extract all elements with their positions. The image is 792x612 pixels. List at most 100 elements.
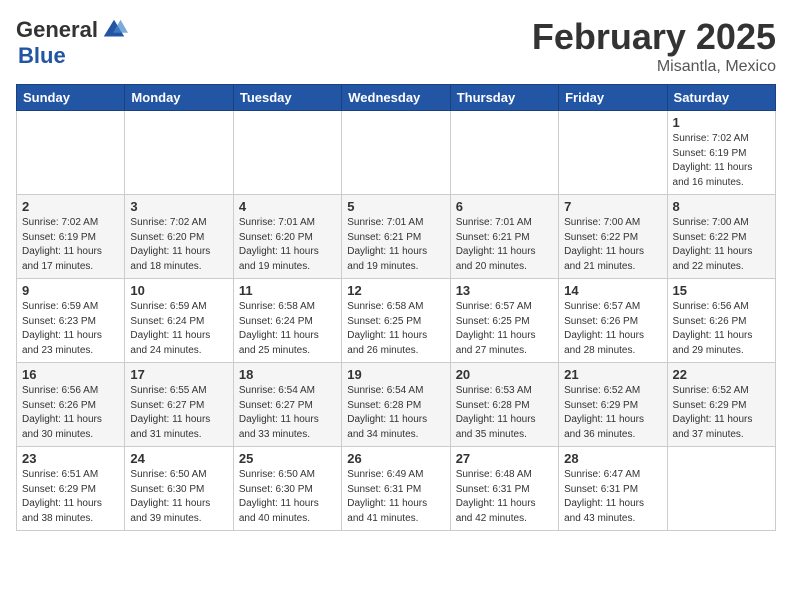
calendar-cell: 20Sunrise: 6:53 AM Sunset: 6:28 PM Dayli… — [450, 363, 558, 447]
weekday-header-tuesday: Tuesday — [233, 85, 341, 111]
day-info: Sunrise: 6:48 AM Sunset: 6:31 PM Dayligh… — [456, 468, 553, 526]
weekday-header-monday: Monday — [125, 85, 233, 111]
calendar-cell: 14Sunrise: 6:57 AM Sunset: 6:26 PM Dayli… — [559, 279, 667, 363]
calendar-cell — [233, 111, 341, 195]
calendar-cell — [125, 111, 233, 195]
day-info: Sunrise: 6:58 AM Sunset: 6:25 PM Dayligh… — [347, 300, 444, 358]
day-info: Sunrise: 6:49 AM Sunset: 6:31 PM Dayligh… — [347, 468, 444, 526]
calendar-week-row: 1 Sunrise: 7:02 AM Sunset: 6:19 PM Daylig… — [17, 111, 776, 195]
calendar-cell: 22Sunrise: 6:52 AM Sunset: 6:29 PM Dayli… — [667, 363, 775, 447]
calendar-cell: 27 Sunrise: 6:48 AM Sunset: 6:31 PM Dayli… — [450, 447, 558, 531]
calendar-cell — [17, 111, 125, 195]
calendar-cell: 21 Sunrise: 6:52 AM Sunset: 6:29 PM Dayli… — [559, 363, 667, 447]
logo-general: General — [16, 18, 98, 42]
calendar-cell — [559, 111, 667, 195]
day-info: Sunrise: 6:54 AM Sunset: 6:28 PM Dayligh… — [347, 384, 444, 442]
calendar-cell: 28 Sunrise: 6:47 AM Sunset: 6:31 PM Dayli… — [559, 447, 667, 531]
day-info: Sunrise: 7:02 AM Sunset: 6:19 PM Dayligh… — [673, 132, 770, 190]
day-number: 5 — [347, 199, 444, 214]
day-info: Sunrise: 7:00 AM Sunset: 6:22 PM Dayligh… — [564, 216, 661, 274]
day-number: 1 — [673, 115, 770, 130]
day-info: Sunrise: 6:53 AM Sunset: 6:28 PM Dayligh… — [456, 384, 553, 442]
calendar-table: SundayMondayTuesdayWednesdayThursdayFrid… — [16, 84, 776, 531]
logo-blue: Blue — [18, 43, 66, 68]
calendar-cell — [450, 111, 558, 195]
calendar-cell: 17 Sunrise: 6:55 AM Sunset: 6:27 PM Dayli… — [125, 363, 233, 447]
calendar-cell: 25 Sunrise: 6:50 AM Sunset: 6:30 PM Dayli… — [233, 447, 341, 531]
day-info: Sunrise: 7:01 AM Sunset: 6:21 PM Dayligh… — [347, 216, 444, 274]
day-number: 28 — [564, 451, 661, 466]
calendar-cell: 2Sunrise: 7:02 AM Sunset: 6:19 PM Daylig… — [17, 195, 125, 279]
day-number: 19 — [347, 367, 444, 382]
calendar-week-row: 23Sunrise: 6:51 AM Sunset: 6:29 PM Dayli… — [17, 447, 776, 531]
logo-icon — [100, 16, 128, 44]
calendar-cell — [342, 111, 450, 195]
calendar-cell: 5 Sunrise: 7:01 AM Sunset: 6:21 PM Daylig… — [342, 195, 450, 279]
calendar-cell: 3Sunrise: 7:02 AM Sunset: 6:20 PM Daylig… — [125, 195, 233, 279]
day-number: 2 — [22, 199, 119, 214]
page-header: General Blue February 2025 Misantla, Mex… — [16, 16, 776, 76]
calendar-cell: 19 Sunrise: 6:54 AM Sunset: 6:28 PM Dayli… — [342, 363, 450, 447]
weekday-header-friday: Friday — [559, 85, 667, 111]
day-number: 27 — [456, 451, 553, 466]
day-number: 26 — [347, 451, 444, 466]
day-info: Sunrise: 6:51 AM Sunset: 6:29 PM Dayligh… — [22, 468, 119, 526]
calendar-cell: 7 Sunrise: 7:00 AM Sunset: 6:22 PM Daylig… — [559, 195, 667, 279]
day-info: Sunrise: 6:56 AM Sunset: 6:26 PM Dayligh… — [673, 300, 770, 358]
weekday-header-sunday: Sunday — [17, 85, 125, 111]
day-number: 16 — [22, 367, 119, 382]
day-info: Sunrise: 6:59 AM Sunset: 6:24 PM Dayligh… — [130, 300, 227, 358]
day-number: 13 — [456, 283, 553, 298]
calendar-cell: 8Sunrise: 7:00 AM Sunset: 6:22 PM Daylig… — [667, 195, 775, 279]
day-info: Sunrise: 6:58 AM Sunset: 6:24 PM Dayligh… — [239, 300, 336, 358]
day-info: Sunrise: 7:01 AM Sunset: 6:20 PM Dayligh… — [239, 216, 336, 274]
day-info: Sunrise: 6:52 AM Sunset: 6:29 PM Dayligh… — [564, 384, 661, 442]
day-number: 24 — [130, 451, 227, 466]
calendar-cell: 16 Sunrise: 6:56 AM Sunset: 6:26 PM Dayli… — [17, 363, 125, 447]
day-number: 25 — [239, 451, 336, 466]
calendar-cell: 4 Sunrise: 7:01 AM Sunset: 6:20 PM Daylig… — [233, 195, 341, 279]
day-info: Sunrise: 7:01 AM Sunset: 6:21 PM Dayligh… — [456, 216, 553, 274]
calendar-cell — [667, 447, 775, 531]
day-info: Sunrise: 6:59 AM Sunset: 6:23 PM Dayligh… — [22, 300, 119, 358]
day-info: Sunrise: 6:57 AM Sunset: 6:25 PM Dayligh… — [456, 300, 553, 358]
day-info: Sunrise: 6:55 AM Sunset: 6:27 PM Dayligh… — [130, 384, 227, 442]
weekday-header-row: SundayMondayTuesdayWednesdayThursdayFrid… — [17, 85, 776, 111]
day-number: 18 — [239, 367, 336, 382]
calendar-cell: 6 Sunrise: 7:01 AM Sunset: 6:21 PM Daylig… — [450, 195, 558, 279]
calendar-week-row: 16 Sunrise: 6:56 AM Sunset: 6:26 PM Dayli… — [17, 363, 776, 447]
location: Misantla, Mexico — [532, 58, 776, 76]
day-info: Sunrise: 6:56 AM Sunset: 6:26 PM Dayligh… — [22, 384, 119, 442]
day-number: 21 — [564, 367, 661, 382]
day-number: 15 — [673, 283, 770, 298]
day-number: 12 — [347, 283, 444, 298]
calendar-cell: 26 Sunrise: 6:49 AM Sunset: 6:31 PM Dayli… — [342, 447, 450, 531]
calendar-cell: 15 Sunrise: 6:56 AM Sunset: 6:26 PM Dayli… — [667, 279, 775, 363]
weekday-header-wednesday: Wednesday — [342, 85, 450, 111]
day-number: 7 — [564, 199, 661, 214]
month-year: February 2025 — [532, 16, 776, 58]
calendar-cell: 13 Sunrise: 6:57 AM Sunset: 6:25 PM Dayli… — [450, 279, 558, 363]
day-info: Sunrise: 6:57 AM Sunset: 6:26 PM Dayligh… — [564, 300, 661, 358]
day-number: 9 — [22, 283, 119, 298]
calendar-cell: 23Sunrise: 6:51 AM Sunset: 6:29 PM Dayli… — [17, 447, 125, 531]
calendar-cell: 12 Sunrise: 6:58 AM Sunset: 6:25 PM Dayli… — [342, 279, 450, 363]
calendar-cell: 18 Sunrise: 6:54 AM Sunset: 6:27 PM Dayli… — [233, 363, 341, 447]
day-number: 10 — [130, 283, 227, 298]
logo: General Blue — [16, 16, 128, 68]
day-number: 17 — [130, 367, 227, 382]
calendar-cell: 24Sunrise: 6:50 AM Sunset: 6:30 PM Dayli… — [125, 447, 233, 531]
calendar-week-row: 2Sunrise: 7:02 AM Sunset: 6:19 PM Daylig… — [17, 195, 776, 279]
day-number: 6 — [456, 199, 553, 214]
day-number: 4 — [239, 199, 336, 214]
day-info: Sunrise: 7:00 AM Sunset: 6:22 PM Dayligh… — [673, 216, 770, 274]
calendar-week-row: 9 Sunrise: 6:59 AM Sunset: 6:23 PM Daylig… — [17, 279, 776, 363]
day-info: Sunrise: 6:54 AM Sunset: 6:27 PM Dayligh… — [239, 384, 336, 442]
weekday-header-thursday: Thursday — [450, 85, 558, 111]
day-info: Sunrise: 6:50 AM Sunset: 6:30 PM Dayligh… — [239, 468, 336, 526]
day-info: Sunrise: 7:02 AM Sunset: 6:20 PM Dayligh… — [130, 216, 227, 274]
day-info: Sunrise: 6:52 AM Sunset: 6:29 PM Dayligh… — [673, 384, 770, 442]
day-info: Sunrise: 6:47 AM Sunset: 6:31 PM Dayligh… — [564, 468, 661, 526]
day-number: 11 — [239, 283, 336, 298]
calendar-cell: 10 Sunrise: 6:59 AM Sunset: 6:24 PM Dayli… — [125, 279, 233, 363]
